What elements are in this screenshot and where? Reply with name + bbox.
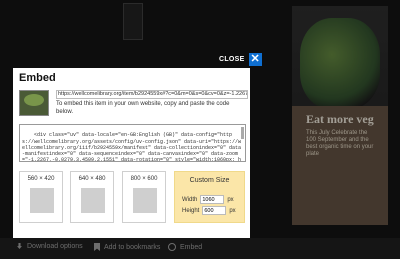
- size-option-label: 560 × 420: [27, 176, 55, 182]
- size-option-label: 640 × 480: [78, 176, 106, 182]
- width-input[interactable]: [200, 195, 225, 204]
- add-to-bookmarks-label: Add to bookmarks: [104, 243, 161, 251]
- embed-button[interactable]: Embed: [168, 243, 202, 251]
- embed-code-textarea[interactable]: <div class="uv" data-locale="en-GB:Engli…: [19, 124, 246, 162]
- download-options-button[interactable]: Download options: [16, 243, 83, 250]
- height-label: Height: [182, 207, 200, 214]
- embed-dialog: Embed https://wellcomelibrary.org/item/b…: [13, 68, 250, 238]
- embed-instructions: To embed this item in your own website, …: [56, 101, 230, 115]
- size-preview-box: [81, 188, 105, 213]
- embed-code-text: <div class="uv" data-locale="en-GB:Engli…: [22, 132, 242, 162]
- width-unit: px: [227, 196, 234, 203]
- bookmark-icon: [94, 243, 100, 251]
- item-thumbnail: [19, 90, 49, 116]
- dialog-title: Embed: [19, 72, 56, 84]
- download-icon: [17, 243, 22, 249]
- size-option-640x480[interactable]: 640 × 480: [70, 171, 114, 223]
- embed-label: Embed: [180, 243, 203, 251]
- embed-url-field[interactable]: https://wellcomelibrary.org/item/b292455…: [56, 90, 248, 99]
- close-label: CLOSE: [219, 56, 245, 63]
- custom-size-panel[interactable]: Custom Size Width px Height px: [174, 171, 245, 223]
- height-input[interactable]: [202, 206, 227, 215]
- custom-size-title: Custom Size: [189, 177, 230, 184]
- size-option-800x600[interactable]: 800 × 600: [122, 171, 166, 223]
- download-options-label: Download options: [27, 243, 83, 250]
- height-unit: px: [229, 207, 236, 214]
- size-option-label: 800 × 600: [130, 176, 158, 182]
- size-preview-box: [133, 188, 157, 213]
- size-option-560x420[interactable]: 560 × 420: [19, 171, 63, 223]
- code-scrollbar[interactable]: [241, 127, 244, 139]
- share-icon: [168, 243, 176, 251]
- width-label: Width: [182, 196, 198, 203]
- close-icon[interactable]: ✕: [248, 53, 262, 66]
- width-row: Width px: [182, 195, 234, 204]
- size-preview-box: [30, 188, 54, 213]
- height-row: Height px: [182, 206, 236, 215]
- add-to-bookmarks-button[interactable]: Add to bookmarks: [94, 243, 160, 251]
- close-bar[interactable]: CLOSE ✕: [219, 53, 262, 66]
